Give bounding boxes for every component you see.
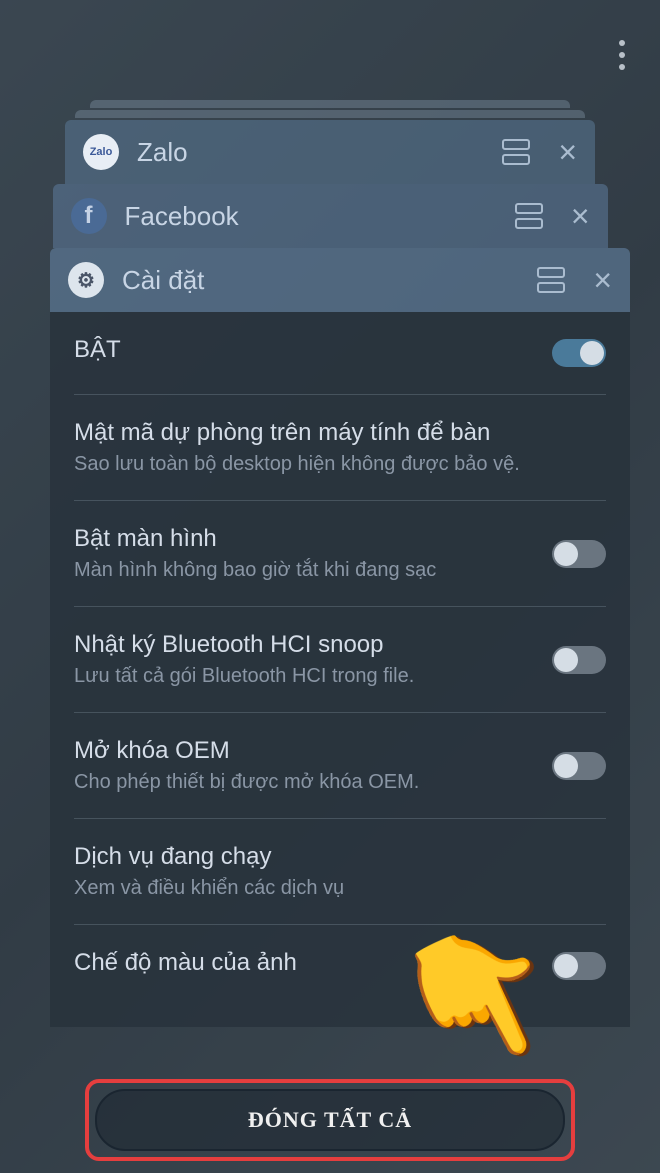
setting-title: BẬT xyxy=(74,336,552,364)
app-name-label: Cài đặt xyxy=(122,265,537,296)
setting-row-bluetooth[interactable]: Nhật ký Bluetooth HCI snoop Lưu tất cả g… xyxy=(74,607,606,713)
setting-subtitle: Cho phép thiết bị được mở khóa OEM. xyxy=(74,771,552,794)
toggle-switch[interactable] xyxy=(552,952,606,980)
setting-row-screen[interactable]: Bật màn hình Màn hình không bao giờ tắt … xyxy=(74,501,606,607)
toggle-switch[interactable] xyxy=(552,646,606,674)
toggle-switch[interactable] xyxy=(552,540,606,568)
split-screen-icon[interactable] xyxy=(502,139,530,165)
zalo-icon: Zalo xyxy=(83,134,119,170)
setting-title: Bật màn hình xyxy=(74,525,552,553)
settings-icon: ⚙ xyxy=(68,262,104,298)
setting-subtitle: Màn hình không bao giờ tắt khi đang sạc xyxy=(74,559,552,582)
split-screen-icon[interactable] xyxy=(515,203,543,229)
close-all-button[interactable]: ĐÓNG TẤT CẢ xyxy=(95,1089,565,1151)
close-icon[interactable]: × xyxy=(558,136,577,168)
setting-subtitle: Lưu tất cả gói Bluetooth HCI trong file. xyxy=(74,665,552,688)
toggle-switch[interactable] xyxy=(552,752,606,780)
settings-panel: BẬT Mật mã dự phòng trên máy tính để bàn… xyxy=(50,312,630,1027)
setting-title: Mật mã dự phòng trên máy tính để bàn xyxy=(74,419,606,447)
setting-subtitle: Xem và điều khiển các dịch vụ xyxy=(74,877,606,900)
setting-title: Nhật ký Bluetooth HCI snoop xyxy=(74,631,552,659)
facebook-icon: f xyxy=(71,198,107,234)
app-name-label: Facebook xyxy=(125,201,515,232)
setting-title: Mở khóa OEM xyxy=(74,737,552,765)
toggle-switch[interactable] xyxy=(552,339,606,367)
kebab-menu-icon[interactable] xyxy=(609,30,635,80)
setting-title: Dịch vụ đang chạy xyxy=(74,843,606,871)
app-card-settings[interactable]: ⚙ Cài đặt × xyxy=(50,248,630,312)
setting-row-backup[interactable]: Mật mã dự phòng trên máy tính để bàn Sao… xyxy=(74,395,606,501)
stacked-card-edge xyxy=(90,100,570,108)
stacked-card-edge xyxy=(75,110,585,118)
app-card-facebook[interactable]: f Facebook × xyxy=(53,184,608,248)
close-icon[interactable]: × xyxy=(571,200,590,232)
split-screen-icon[interactable] xyxy=(537,267,565,293)
app-card-zalo[interactable]: Zalo Zalo × xyxy=(65,120,595,184)
setting-row-enable[interactable]: BẬT xyxy=(74,312,606,395)
recent-apps-stack: Zalo Zalo × f Facebook × ⚙ Cài đặt × BẬT… xyxy=(50,100,610,1027)
setting-subtitle: Sao lưu toàn bộ desktop hiện không được … xyxy=(74,453,606,476)
close-icon[interactable]: × xyxy=(593,264,612,296)
setting-row-oem[interactable]: Mở khóa OEM Cho phép thiết bị được mở kh… xyxy=(74,713,606,819)
close-all-highlight: ĐÓNG TẤT CẢ xyxy=(85,1079,575,1161)
app-name-label: Zalo xyxy=(137,137,502,168)
